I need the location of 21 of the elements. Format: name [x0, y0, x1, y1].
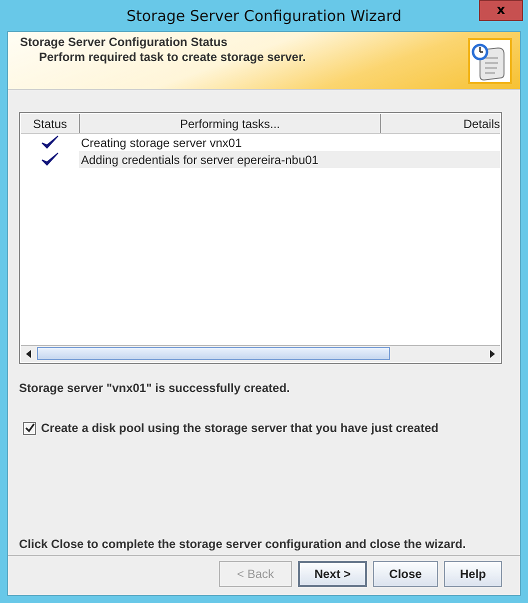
checkbox[interactable] [23, 422, 36, 434]
column-header[interactable]: Performing tasks... [80, 114, 381, 133]
header-title: Storage Server Configuration Status [20, 35, 228, 49]
column-header[interactable]: Status [21, 114, 80, 133]
status-message: Storage server "vnx01" is successfully created. [19, 381, 291, 395]
column-header[interactable]: Details [381, 114, 500, 133]
scrollbar-thumb[interactable] [37, 347, 390, 360]
scroll-clock-icon [468, 38, 512, 84]
wizard-button[interactable]: Help [444, 561, 502, 587]
scroll-right-icon[interactable] [487, 349, 497, 359]
scroll-left-icon[interactable] [24, 349, 34, 359]
window-close-button[interactable]: x [479, 0, 523, 21]
table-cell: Adding credentials for server epereira-nbu01 [79, 151, 379, 168]
checkbox-label[interactable]: Create a disk pool using the storage server that you have just created [41, 421, 438, 435]
wizard-button[interactable]: Next > [298, 561, 367, 587]
header-subtitle: Perform required task to create storage server. [38, 50, 306, 64]
table-cell-text: Creating storage server vnx01 [80, 134, 243, 151]
instruction-text: Click Close to complete the storage server configuration and close the wizard. [19, 537, 467, 551]
window-title: Storage Server Configuration Wizard [126, 6, 402, 24]
horizontal-scrollbar[interactable] [21, 345, 500, 362]
wizard-button[interactable]: Close [373, 561, 438, 587]
